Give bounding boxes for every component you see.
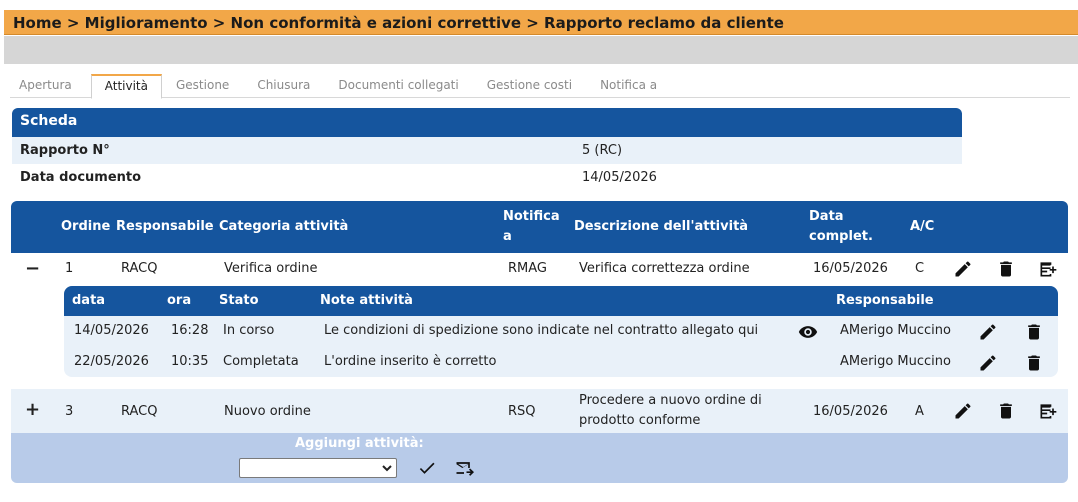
note-data: 22/05/2026 xyxy=(74,354,149,369)
notes-header-data: data xyxy=(72,293,106,308)
edit-icon[interactable] xyxy=(978,353,998,373)
cell-descrizione: Procedere a nuovo ordine di xyxy=(579,393,762,408)
cell-descrizione-2: prodotto conforme xyxy=(579,413,701,428)
note-data: 14/05/2026 xyxy=(74,323,149,338)
cell-ordine: 1 xyxy=(65,261,74,276)
note-text: L'ordine inserito è corretto xyxy=(324,354,497,369)
tab-chiusura[interactable]: Chiusura xyxy=(248,74,319,98)
scheda-row-data: Data documento 14/05/2026 xyxy=(12,164,962,191)
tab-attivita[interactable]: Attività xyxy=(90,74,162,99)
note-responsabile: AMerigo Muccino xyxy=(840,323,951,338)
note-row: 14/05/2026 16:28 In corso Le condizioni … xyxy=(64,316,1058,347)
note-ora: 10:35 xyxy=(171,354,209,369)
activity-select[interactable] xyxy=(239,458,397,478)
header-categoria: Categoria attività xyxy=(219,219,349,234)
activity-row: + 3 RACQ Nuovo ordine RSQ Procedere a nu… xyxy=(11,389,1068,433)
cell-ac: A xyxy=(915,404,924,419)
scheda-title: Scheda xyxy=(12,108,962,137)
cell-responsabile: RACQ xyxy=(121,261,158,276)
chevron-down-icon xyxy=(382,465,392,472)
header-ac: A/C xyxy=(910,219,935,234)
header-ordine: Ordine xyxy=(61,219,111,234)
add-note-icon[interactable] xyxy=(1038,259,1058,279)
send-mail-icon[interactable] xyxy=(454,458,474,478)
header-data-2: complet. xyxy=(809,229,873,244)
cell-ac: C xyxy=(915,261,925,276)
note-responsabile: AMerigo Muccino xyxy=(840,354,951,369)
header-responsabile: Responsabile xyxy=(116,219,214,234)
toolbar-bar xyxy=(4,36,1078,64)
cell-categoria: Nuovo ordine xyxy=(224,404,311,419)
header-descrizione: Descrizione dell'attività xyxy=(574,219,749,234)
add-activity-label: Aggiungi attività: xyxy=(295,436,424,451)
cell-data: 16/05/2026 xyxy=(813,261,888,276)
edit-icon[interactable] xyxy=(978,322,998,342)
delete-icon[interactable] xyxy=(996,259,1016,279)
activity-row: − 1 RACQ Verifica ordine RMAG Verifica c… xyxy=(11,253,1068,286)
scheda-row-rapporto: Rapporto N° 5 (RC) xyxy=(12,137,962,164)
delete-icon[interactable] xyxy=(1024,322,1044,342)
notes-table: data ora Stato Note attività Responsabil… xyxy=(64,286,1058,377)
cell-notifica: RSQ xyxy=(508,404,536,419)
scheda-label: Data documento xyxy=(20,170,142,185)
note-row: 22/05/2026 10:35 Completata L'ordine ins… xyxy=(64,347,1058,377)
cell-ordine: 3 xyxy=(65,404,74,419)
cell-responsabile: RACQ xyxy=(121,404,158,419)
cell-categoria: Verifica ordine xyxy=(224,261,318,276)
add-note-icon[interactable] xyxy=(1038,401,1058,421)
notes-header-stato: Stato xyxy=(219,293,259,308)
notes-header-note: Note attività xyxy=(320,293,413,308)
scheda-value: 14/05/2026 xyxy=(582,170,657,185)
tab-apertura[interactable]: Apertura xyxy=(10,74,81,98)
edit-icon[interactable] xyxy=(953,259,973,279)
view-icon[interactable] xyxy=(798,322,818,342)
header-notifica-2: a xyxy=(503,229,512,244)
add-activity-bar: Aggiungi attività: xyxy=(11,433,1068,483)
note-stato: In corso xyxy=(223,323,275,338)
tab-gestione-costi[interactable]: Gestione costi xyxy=(478,74,581,98)
delete-icon[interactable] xyxy=(1024,353,1044,373)
confirm-icon[interactable] xyxy=(417,458,437,478)
scheda-panel: Scheda Rapporto N° 5 (RC) Data documento… xyxy=(12,108,962,191)
activities-header: Ordine Responsabile Categoria attività N… xyxy=(11,201,1068,253)
scheda-label: Rapporto N° xyxy=(20,143,110,158)
cell-notifica: RMAG xyxy=(508,261,547,276)
cell-descrizione: Verifica correttezza ordine xyxy=(579,261,750,276)
tab-gestione[interactable]: Gestione xyxy=(167,74,238,98)
collapse-toggle[interactable]: − xyxy=(25,258,40,279)
note-ora: 16:28 xyxy=(171,323,209,338)
scheda-value: 5 (RC) xyxy=(582,143,623,158)
edit-icon[interactable] xyxy=(953,401,973,421)
activities-table: Ordine Responsabile Categoria attività N… xyxy=(11,201,1068,483)
expand-toggle[interactable]: + xyxy=(25,399,40,420)
header-notifica: Notifica xyxy=(503,209,560,224)
notes-header-ora: ora xyxy=(167,293,192,308)
note-stato: Completata xyxy=(223,354,299,369)
delete-icon[interactable] xyxy=(996,401,1016,421)
tab-bar: Apertura Attività Gestione Chiusura Docu… xyxy=(10,74,1070,99)
cell-data: 16/05/2026 xyxy=(813,404,888,419)
tab-documenti-collegati[interactable]: Documenti collegati xyxy=(329,74,467,98)
note-text: Le condizioni di spedizione sono indicat… xyxy=(324,323,759,338)
notes-header: data ora Stato Note attività Responsabil… xyxy=(64,286,1058,316)
tab-notifica-a[interactable]: Notifica a xyxy=(591,74,666,98)
notes-header-responsabile: Responsabile xyxy=(836,293,934,308)
breadcrumb[interactable]: Home > Miglioramento > Non conformità e … xyxy=(4,10,1078,35)
header-data: Data xyxy=(809,209,844,224)
